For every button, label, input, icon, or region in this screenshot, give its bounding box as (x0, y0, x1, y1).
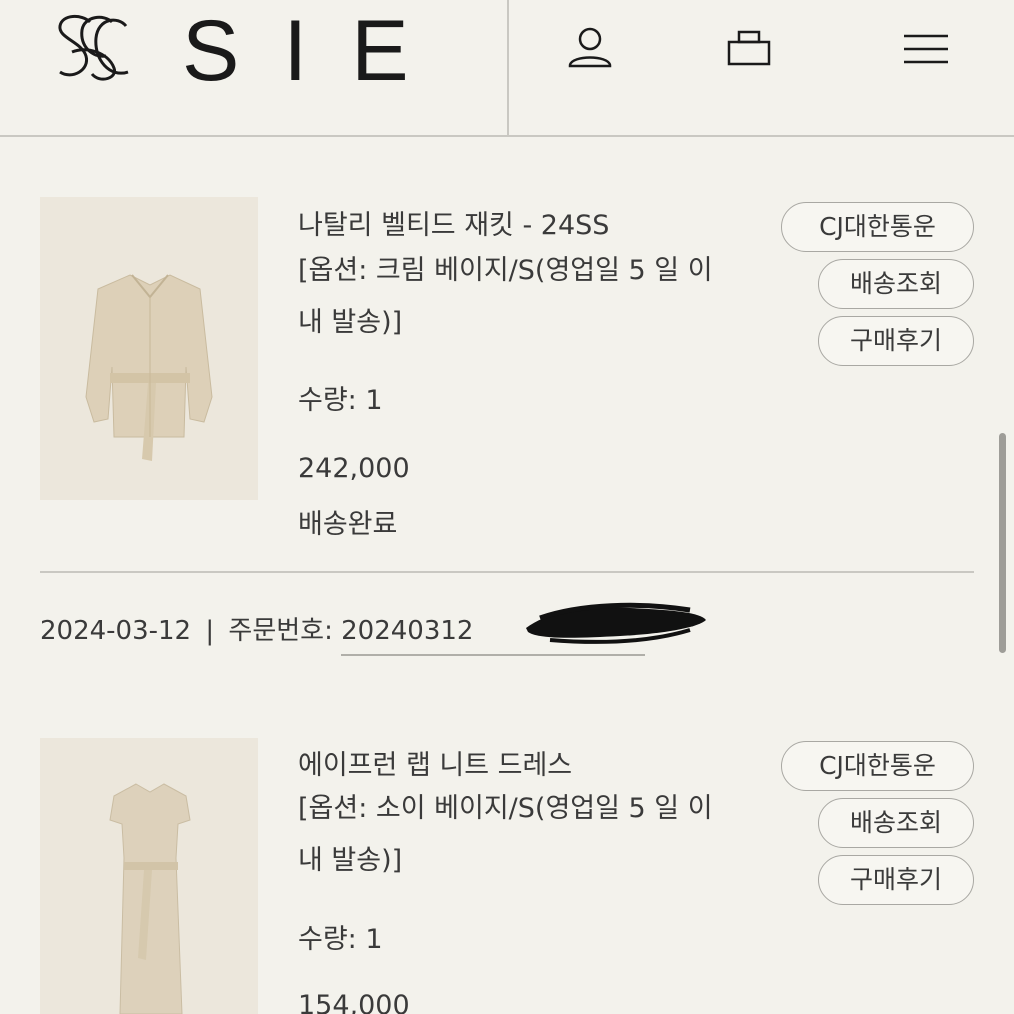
product-price: 242,000 (298, 453, 410, 484)
write-review-button[interactable]: 구매후기 (818, 316, 974, 366)
product-price: 154,000 (298, 990, 410, 1014)
carrier-button[interactable]: CJ대한통운 (781, 202, 974, 252)
order-divider: | (205, 616, 215, 646)
scrollbar[interactable] (999, 433, 1006, 653)
write-review-button[interactable]: 구매후기 (818, 855, 974, 905)
order-number-label: 주문번호: (228, 616, 333, 646)
order-number: 20240312 (341, 616, 474, 646)
shopping-bag-icon[interactable] (722, 22, 776, 76)
redaction-scribble (526, 602, 706, 644)
logo-monogram-icon (58, 15, 129, 81)
product-image[interactable] (40, 738, 258, 1014)
product-option: [옵션: 크림 베이지/S(영업일 5 일 이내 발송)] (298, 255, 713, 338)
track-delivery-button[interactable]: 배송조회 (818, 798, 974, 848)
delivery-status: 배송완료 (298, 509, 398, 540)
track-delivery-button[interactable]: 배송조회 (818, 259, 974, 309)
product-option: [옵션: 소이 베이지/S(영업일 5 일 이내 발송)] (298, 793, 713, 876)
order-date: 2024-03-12 (40, 616, 192, 646)
product-image[interactable] (40, 197, 258, 500)
product-name[interactable]: 에이프런 랩 니트 드레스 (298, 743, 572, 782)
brand-name: SIE (182, 3, 453, 99)
product-quantity: 수량: 1 (298, 924, 383, 955)
site-header: SIE (0, 0, 1014, 137)
header-divider (507, 0, 509, 137)
product-name[interactable]: 나탈리 벨티드 재킷 - 24SS (298, 203, 609, 242)
product-quantity: 수량: 1 (298, 385, 383, 416)
order-separator (40, 571, 974, 573)
jacket-image (40, 197, 258, 500)
menu-icon[interactable] (898, 22, 952, 76)
user-icon[interactable] (563, 22, 617, 76)
brand-logo[interactable]: SIE (52, 6, 409, 96)
carrier-button[interactable]: CJ대한통운 (781, 741, 974, 791)
dress-image (40, 738, 258, 1014)
